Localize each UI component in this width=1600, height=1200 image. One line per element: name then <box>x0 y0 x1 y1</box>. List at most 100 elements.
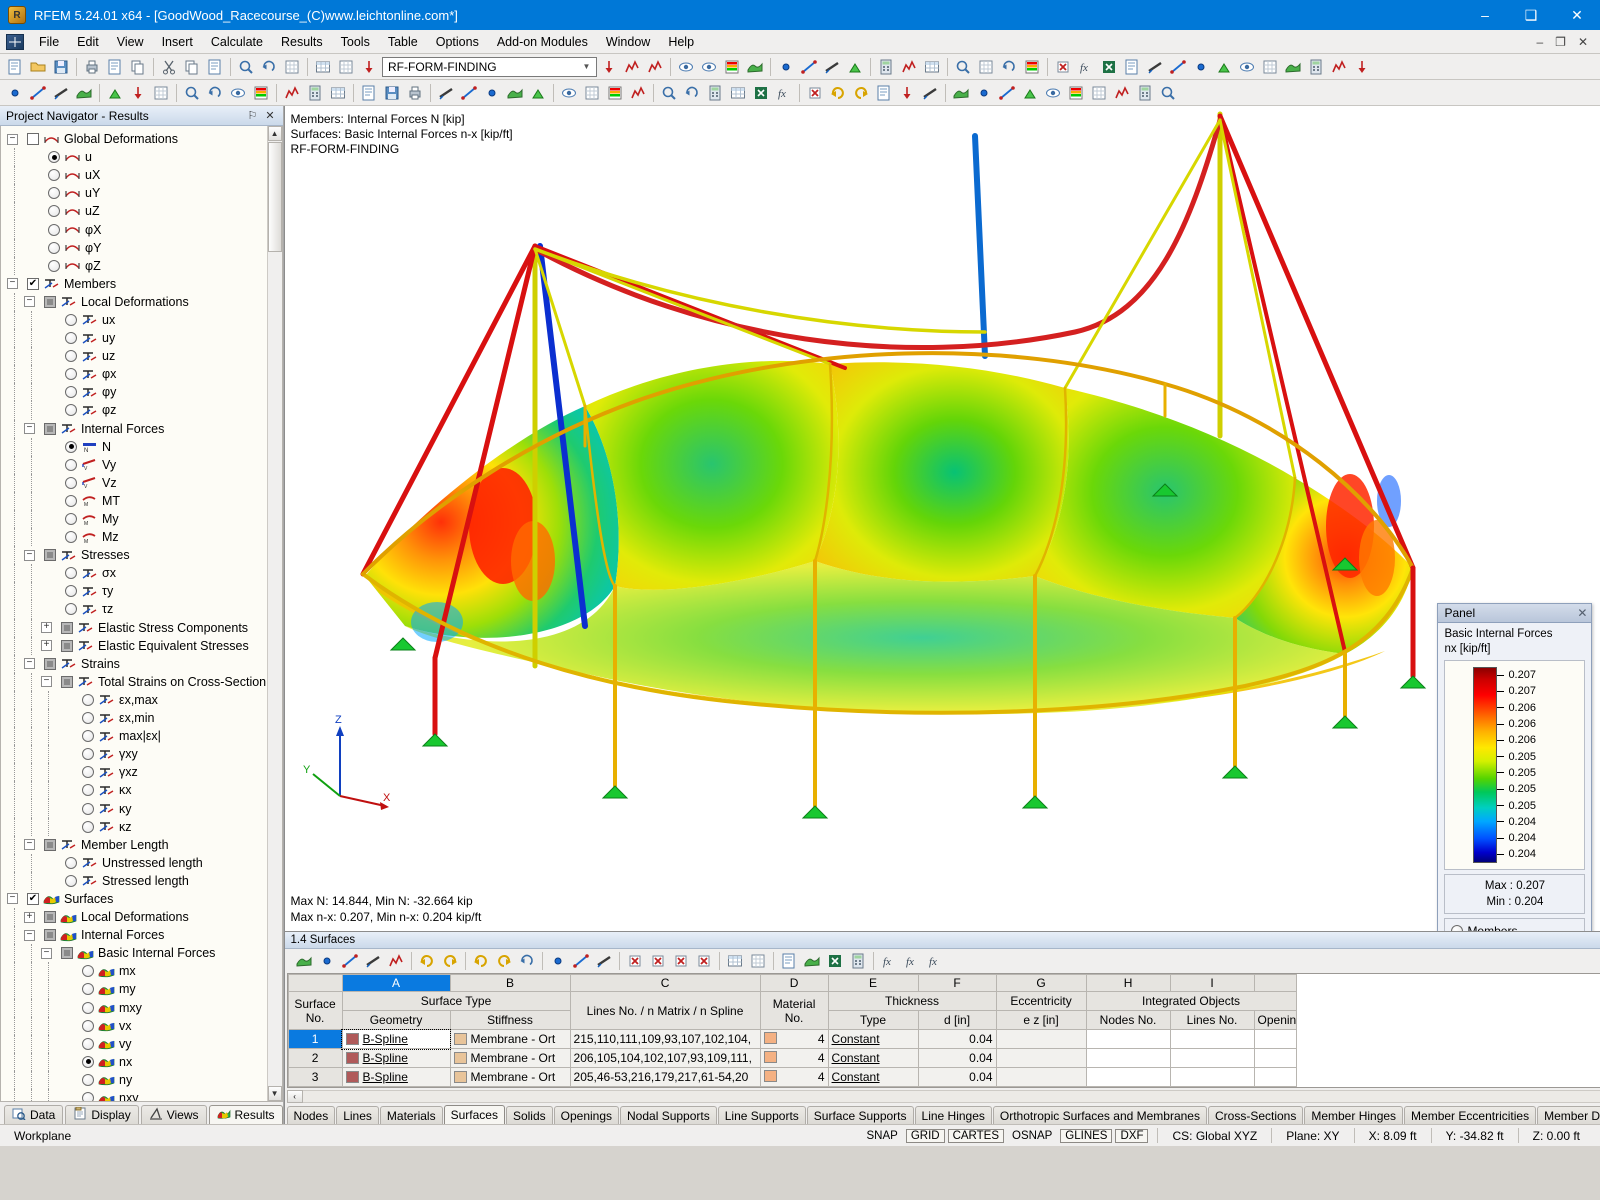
col-letter-C[interactable]: C <box>570 975 760 992</box>
tree-radio[interactable] <box>65 386 77 398</box>
tree-checkbox[interactable] <box>61 947 73 959</box>
toolbar-icon[interactable] <box>744 56 766 78</box>
cell-geometry[interactable]: B-Spline <box>342 1049 450 1068</box>
table-tab-openings[interactable]: Openings <box>554 1106 619 1124</box>
tree-radio[interactable] <box>65 441 77 453</box>
toolbar-icon[interactable] <box>1213 56 1235 78</box>
paste-icon[interactable] <box>204 56 226 78</box>
tree-radio[interactable] <box>65 603 77 615</box>
toolbar-icon[interactable] <box>950 82 972 104</box>
toolbar-icon[interactable] <box>919 82 941 104</box>
mdi-minimize-button[interactable]: – <box>1530 35 1549 49</box>
table-toolbar-icon[interactable] <box>339 950 361 972</box>
table-tab-line-supports[interactable]: Line Supports <box>718 1106 806 1124</box>
col-letter-J[interactable] <box>1254 975 1296 992</box>
table-toolbar-icon[interactable] <box>293 950 315 972</box>
tree-item-nx[interactable]: nx <box>7 1053 282 1071</box>
tree-item-total-strains-on-cross-section[interactable]: −Total Strains on Cross-Section <box>7 673 282 691</box>
table-tab-cross-sections[interactable]: Cross-Sections <box>1208 1106 1303 1124</box>
toolbar-icon[interactable] <box>844 56 866 78</box>
cell-openings[interactable] <box>1254 1049 1296 1068</box>
tree-expander[interactable]: − <box>24 839 35 850</box>
cell-lines-no[interactable] <box>1170 1049 1254 1068</box>
table-tab-lines[interactable]: Lines <box>336 1106 379 1124</box>
toolbar-icon[interactable] <box>604 82 626 104</box>
tree-expander[interactable]: − <box>7 893 18 904</box>
toolbar-icon[interactable] <box>775 56 797 78</box>
tree-item-local-deformations[interactable]: −Local Deformations <box>7 293 282 311</box>
toolbar-icon[interactable] <box>875 56 897 78</box>
toolbar-icon[interactable] <box>704 82 726 104</box>
toolbar-icon[interactable] <box>827 82 849 104</box>
navigator-tab-data[interactable]: Data <box>4 1105 63 1124</box>
toolbar-icon[interactable]: fx <box>1075 56 1097 78</box>
table-tab-nodal-supports[interactable]: Nodal Supports <box>620 1106 717 1124</box>
cut-icon[interactable] <box>158 56 180 78</box>
toolbar-icon[interactable] <box>727 82 749 104</box>
toolbar-icon[interactable] <box>1021 56 1043 78</box>
cell-type[interactable]: Constant <box>828 1049 918 1068</box>
tree-item-mt[interactable]: MMT <box>7 492 282 510</box>
table-tab-line-hinges[interactable]: Line Hinges <box>915 1106 992 1124</box>
table-row[interactable]: 2B-SplineMembrane - Ort206,105,104,102,1… <box>288 1049 1296 1068</box>
tree-item-u[interactable]: u <box>7 148 282 166</box>
tree-radio[interactable] <box>48 260 60 272</box>
cell-eccentricity[interactable] <box>996 1049 1086 1068</box>
navigator-scrollbar[interactable]: ▲ ▼ <box>267 126 282 1101</box>
cell-lines-no[interactable] <box>1170 1068 1254 1087</box>
tree-checkbox[interactable] <box>61 622 73 634</box>
table-icon[interactable] <box>312 56 334 78</box>
tree-item-z[interactable]: κz <box>7 818 282 836</box>
tree-expander[interactable]: − <box>24 930 35 941</box>
tree-radio[interactable] <box>48 205 60 217</box>
toolbar-icon[interactable] <box>381 82 403 104</box>
cell-material[interactable]: 4 <box>760 1030 828 1049</box>
table-toolbar-icon[interactable] <box>547 950 569 972</box>
toolbar-icon[interactable] <box>227 82 249 104</box>
save-icon[interactable] <box>50 56 72 78</box>
tree-item-n[interactable]: NN <box>7 438 282 456</box>
tree-radio[interactable] <box>65 459 77 471</box>
tree-expander[interactable]: + <box>41 640 52 651</box>
menu-table[interactable]: Table <box>379 32 427 52</box>
menu-help[interactable]: Help <box>659 32 703 52</box>
toolbar-icon[interactable] <box>658 82 680 104</box>
cell-nodes[interactable] <box>1086 1030 1170 1049</box>
cell-openings[interactable] <box>1254 1030 1296 1049</box>
col-letter-E[interactable]: E <box>828 975 918 992</box>
toolbar-icon[interactable] <box>127 82 149 104</box>
tree-radio[interactable] <box>82 1092 94 1102</box>
tree-item-stressed-length[interactable]: Stressed length <box>7 872 282 890</box>
table-toolbar-icon[interactable] <box>778 950 800 972</box>
table-toolbar-icon[interactable] <box>470 950 492 972</box>
toolbar-icon[interactable] <box>698 56 720 78</box>
toolbar-icon[interactable] <box>1065 82 1087 104</box>
table-toolbar-icon[interactable]: fx <box>878 950 900 972</box>
table-tab-surfaces[interactable]: Surfaces <box>444 1105 505 1124</box>
navigator-tab-views[interactable]: Views <box>141 1105 207 1124</box>
toolbar-icon[interactable] <box>873 82 895 104</box>
tree-item-surfaces[interactable]: −✔Surfaces <box>7 890 282 908</box>
tree-item-mz[interactable]: MMz <box>7 528 282 546</box>
col-letter-B[interactable]: B <box>450 975 570 992</box>
tree-item-uy[interactable]: uy <box>7 329 282 347</box>
table-tab-surface-supports[interactable]: Surface Supports <box>807 1106 914 1124</box>
panel-close-icon[interactable]: ✕ <box>1577 606 1587 620</box>
print-preview-icon[interactable] <box>104 56 126 78</box>
table-tab-member-divisions[interactable]: Member Divisions <box>1537 1106 1600 1124</box>
tree-radio[interactable] <box>82 983 94 995</box>
col-letter-H[interactable]: H <box>1086 975 1170 992</box>
toolbar-icon[interactable] <box>921 56 943 78</box>
cell-openings[interactable] <box>1254 1068 1296 1087</box>
tree-item-my[interactable]: my <box>7 980 282 998</box>
results-tree[interactable]: −Global DeformationsuuXuYuZφXφYφZ−✔Membe… <box>0 126 283 1102</box>
tree-radio[interactable] <box>82 694 94 706</box>
tree-checkbox[interactable] <box>44 658 56 670</box>
toolbar-icon[interactable] <box>327 82 349 104</box>
tree-item-x[interactable]: φx <box>7 365 282 383</box>
table-toolbar-icon[interactable]: fx <box>901 950 923 972</box>
table-toolbar-icon[interactable] <box>493 950 515 972</box>
toolbar-icon[interactable] <box>1305 56 1327 78</box>
tree-item-strains[interactable]: −Strains <box>7 655 282 673</box>
tree-item-xz[interactable]: γxz <box>7 763 282 781</box>
